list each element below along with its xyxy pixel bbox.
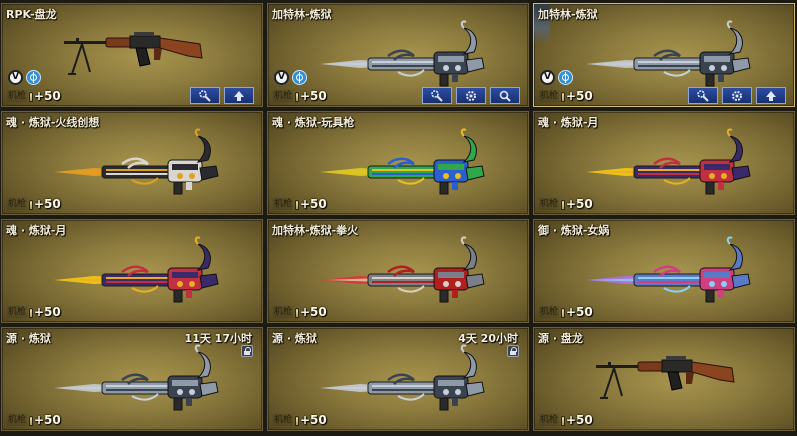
weapon-card[interactable]: 加特林-炼狱-拳火 机枪 +50	[267, 219, 529, 323]
weapon-card[interactable]: 御 · 炼狱-女娲 机枪 +50	[533, 219, 795, 323]
ammo-bonus: +50	[300, 89, 327, 103]
weapon-category: 机枪	[539, 90, 560, 102]
gatling-gun-icon	[320, 344, 485, 411]
weapon-card[interactable]: 魂 · 炼狱-玩具枪 机枪 +50	[267, 111, 529, 215]
gatling-gun-icon	[320, 20, 485, 87]
bullet-icon	[29, 92, 33, 102]
weapon-card[interactable]: 源 · 炼狱 11天 17小时 机枪 +50	[1, 327, 263, 431]
badge-row: V	[540, 70, 573, 85]
arrow-up-icon	[766, 90, 776, 101]
badge-row: V	[8, 70, 41, 85]
weapon-category: 机枪	[273, 198, 294, 210]
gatling-gun-icon	[586, 128, 751, 195]
action-buttons	[190, 87, 254, 104]
rpk-machine-gun-icon	[596, 356, 735, 399]
badge-row: V	[274, 70, 307, 85]
upgrade-icon	[431, 89, 443, 102]
action-buttons	[688, 87, 786, 104]
ammo-bonus: +50	[34, 413, 61, 427]
magnify-button[interactable]	[490, 87, 520, 104]
gatling-gun-icon	[54, 236, 219, 303]
crosshair-badge-icon	[292, 70, 307, 85]
gear-button[interactable]	[722, 87, 752, 104]
weapon-card[interactable]: 魂 · 炼狱-月 机枪 +50	[533, 111, 795, 215]
weapon-card[interactable]: 魂 · 炼狱-月 机枪 +50	[1, 219, 263, 323]
gear-icon	[466, 90, 476, 101]
bullet-icon	[295, 92, 299, 102]
weapon-category: 机枪	[539, 414, 560, 426]
weapon-category: 机枪	[273, 90, 294, 102]
rental-timer: 11天 17小时	[184, 332, 252, 345]
bullet-icon	[29, 308, 33, 318]
lock-icon[interactable]	[507, 345, 519, 357]
bullet-icon	[295, 200, 299, 210]
bullet-icon	[561, 92, 565, 102]
gatling-gun-icon	[54, 128, 219, 195]
gear-button[interactable]	[456, 87, 486, 104]
arrow-up-button[interactable]	[224, 87, 254, 104]
gatling-gun-icon	[586, 20, 751, 87]
bullet-icon	[29, 416, 33, 426]
ammo-bonus: +50	[34, 305, 61, 319]
ammo-bonus: +50	[300, 305, 327, 319]
weapon-card[interactable]: 源 · 炼狱 4天 20小时 机枪 +50	[267, 327, 529, 431]
upgrade-button[interactable]	[190, 87, 220, 104]
arrow-up-button[interactable]	[756, 87, 786, 104]
weapon-inventory-grid: RPK-盘龙 V 机枪 +50 加特林-炼狱 V 机枪 +50 加特林-炼狱 V 机枪 +50 魂 · …	[0, 0, 797, 436]
bullet-icon	[29, 200, 33, 210]
bullet-icon	[561, 416, 565, 426]
gatling-gun-icon	[586, 236, 751, 303]
gear-icon	[732, 90, 742, 101]
weapon-category: 机枪	[7, 90, 28, 102]
vip-badge-icon: V	[274, 70, 289, 85]
action-buttons	[422, 87, 520, 104]
crosshair-badge-icon	[558, 70, 573, 85]
weapon-card[interactable]: 源 · 盘龙 机枪 +50	[533, 327, 795, 431]
weapon-category: 机枪	[7, 414, 28, 426]
ammo-bonus: +50	[566, 305, 593, 319]
ammo-bonus: +50	[566, 413, 593, 427]
weapon-category: 机枪	[7, 306, 28, 318]
upgrade-icon	[697, 89, 709, 102]
ammo-bonus: +50	[34, 197, 61, 211]
gatling-gun-icon	[54, 344, 219, 411]
rpk-machine-gun-icon	[64, 32, 203, 75]
weapon-card[interactable]: RPK-盘龙 V 机枪 +50	[1, 3, 263, 107]
arrow-up-icon	[234, 90, 244, 101]
upgrade-icon	[199, 89, 211, 102]
ammo-bonus: +50	[300, 413, 327, 427]
weapon-category: 机枪	[539, 306, 560, 318]
ammo-bonus: +50	[566, 197, 593, 211]
lock-icon[interactable]	[241, 345, 253, 357]
ammo-bonus: +50	[300, 197, 327, 211]
weapon-category: 机枪	[273, 414, 294, 426]
rental-timer: 4天 20小时	[458, 332, 518, 345]
weapon-card[interactable]: 加特林-炼狱 V 机枪 +50	[533, 3, 795, 107]
weapon-card[interactable]: 魂 · 炼狱-火线创想 机枪 +50	[1, 111, 263, 215]
crosshair-badge-icon	[26, 70, 41, 85]
weapon-category: 机枪	[7, 198, 28, 210]
upgrade-button[interactable]	[422, 87, 452, 104]
bullet-icon	[561, 200, 565, 210]
ammo-bonus: +50	[566, 89, 593, 103]
bullet-icon	[295, 308, 299, 318]
gatling-gun-icon	[320, 236, 485, 303]
weapon-card[interactable]: 加特林-炼狱 V 机枪 +50	[267, 3, 529, 107]
bullet-icon	[295, 416, 299, 426]
vip-badge-icon: V	[540, 70, 555, 85]
gatling-gun-icon	[320, 128, 485, 195]
magnify-icon	[499, 90, 511, 102]
vip-badge-icon: V	[8, 70, 23, 85]
weapon-category: 机枪	[539, 198, 560, 210]
bullet-icon	[561, 308, 565, 318]
ammo-bonus: +50	[34, 89, 61, 103]
upgrade-button[interactable]	[688, 87, 718, 104]
weapon-category: 机枪	[273, 306, 294, 318]
